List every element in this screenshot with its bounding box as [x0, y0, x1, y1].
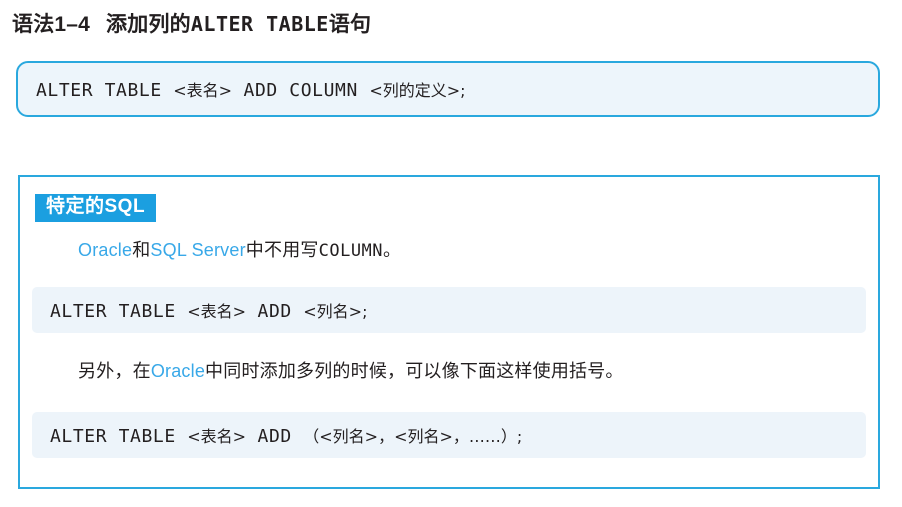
code2-keyword-prefix: ALTER TABLE — [50, 426, 188, 447]
code-line-1: ALTER TABLE <表名> ADD <列名>; — [50, 298, 367, 322]
code-block-oracle-add: ALTER TABLE <表名> ADD <列名>; — [32, 287, 866, 333]
syntax-placeholder-table: <表名> — [173, 81, 233, 100]
paragraph-1-join: 和 — [132, 240, 151, 260]
code1-placeholder-column: <列名> — [303, 302, 363, 321]
paragraph-oracle-multi-column: 另外，在Oracle中同时添加多列的时候，可以像下面这样使用括号。 — [78, 360, 624, 383]
code1-keyword-prefix: ALTER TABLE — [50, 301, 188, 322]
title-text-before: 添加列的 — [106, 13, 191, 36]
code1-keyword-middle: ADD — [246, 301, 304, 322]
paragraph-1-end: 。 — [383, 240, 402, 260]
db-name-oracle: Oracle — [78, 240, 133, 260]
title-text-after: 语句 — [328, 13, 372, 36]
code2-keyword-middle: ADD — [246, 426, 304, 447]
paragraph-oracle-sqlserver: Oracle和SQL Server中不用写COLUMN。 — [78, 239, 401, 262]
paragraph-1-keyword: COLUMN — [318, 241, 384, 261]
page-title: 语法1–4 添加列的ALTER TABLE语句 — [12, 8, 371, 38]
title-number: 语法1–4 — [12, 13, 91, 36]
paragraph-1-mid: 中不用写 — [245, 240, 319, 260]
paragraph-2-end: 中同时添加多列的时候，可以像下面这样使用括号。 — [205, 361, 624, 381]
code1-terminator: ; — [362, 302, 368, 321]
status-badge: 特定的SQL — [35, 194, 157, 222]
code2-placeholder-table: <表名> — [187, 427, 247, 446]
syntax-keyword-middle: ADD COLUMN — [232, 80, 370, 101]
syntax-box: ALTER TABLE <表名> ADD COLUMN <列的定义>; — [16, 61, 880, 117]
code2-terminator: ; — [516, 427, 523, 446]
dbms-specific-panel: 特定的SQL Oracle和SQL Server中不用写COLUMN。 ALTE… — [18, 175, 880, 489]
db-name-sqlserver: SQL Server — [150, 240, 246, 260]
code-block-oracle-add-multi: ALTER TABLE <表名> ADD （<列名>，<列名>，……）; — [32, 412, 866, 458]
syntax-terminator: ; — [460, 81, 466, 100]
syntax-code-line: ALTER TABLE <表名> ADD COLUMN <列的定义>; — [36, 77, 466, 101]
code-line-2: ALTER TABLE <表名> ADD （<列名>，<列名>，……）; — [50, 423, 522, 447]
db-name-oracle-2: Oracle — [150, 361, 206, 381]
syntax-keyword-prefix: ALTER TABLE — [36, 80, 174, 101]
code1-placeholder-table: <表名> — [187, 302, 247, 321]
title-statement-keyword: ALTER TABLE — [190, 12, 329, 36]
code2-placeholder-column-list: （<列名>，<列名>，……） — [303, 427, 517, 446]
syntax-placeholder-column-def: <列的定义> — [369, 81, 461, 100]
paragraph-2-start: 另外，在 — [78, 361, 151, 381]
